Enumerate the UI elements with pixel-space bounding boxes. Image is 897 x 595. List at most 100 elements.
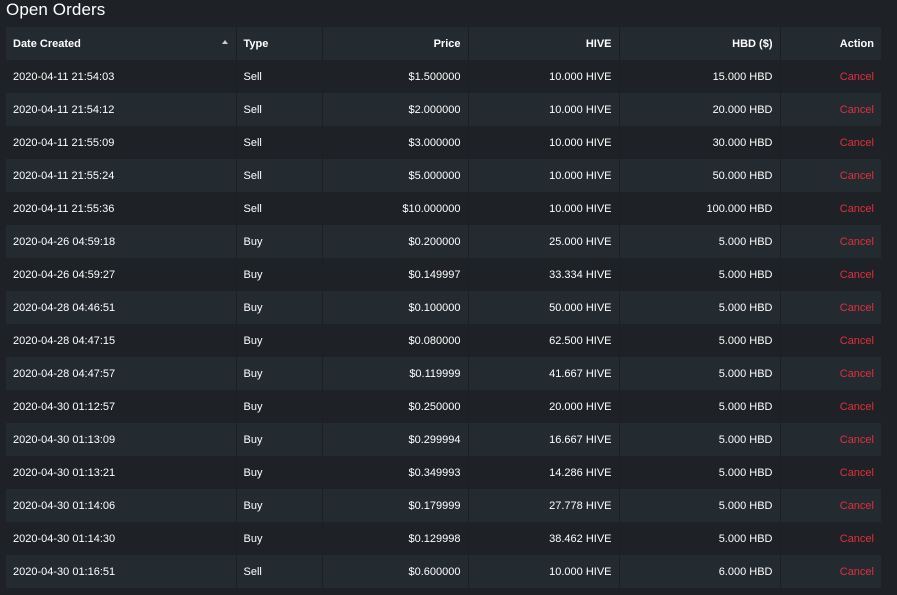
order-price-cell: $0.149997 — [322, 258, 469, 291]
order-hbd-amount-cell: 5.000 HBD — [619, 522, 781, 555]
order-hbd-amount-cell: 5.000 HBD — [619, 324, 781, 357]
order-price-cell: $2.000000 — [322, 93, 469, 126]
table-row: 2020-04-30 01:16:51 Sell $0.600000 10.000 H… — [6, 555, 881, 588]
order-hbd-amount-cell: 15.000 HBD — [619, 60, 781, 93]
order-action-cell: Cancel — [780, 357, 881, 390]
cancel-order-link[interactable]: Cancel — [840, 335, 874, 347]
order-hbd-amount-cell: 100.000 HBD — [619, 192, 781, 225]
order-action-cell: Cancel — [780, 423, 881, 456]
order-price-cell: $0.600000 — [322, 555, 469, 588]
table-row: 2020-04-11 21:54:03 Sell $1.500000 10.000 H… — [6, 60, 881, 93]
order-date-cell: 2020-04-11 21:54:12 — [6, 93, 237, 126]
order-action-cell: Cancel — [780, 159, 881, 192]
order-date-cell: 2020-04-30 01:13:21 — [6, 456, 237, 489]
order-date-cell: 2020-04-30 01:14:06 — [6, 489, 237, 522]
cancel-order-link[interactable]: Cancel — [840, 368, 874, 380]
cancel-order-link[interactable]: Cancel — [840, 104, 874, 116]
order-type-cell: Sell — [236, 159, 323, 192]
table-row: 2020-04-11 21:55:36 Sell $10.000000 10.000 … — [6, 192, 881, 225]
column-header-label: Date Created — [13, 37, 81, 50]
cancel-order-link[interactable]: Cancel — [840, 467, 874, 479]
table-row: 2020-04-11 21:54:12 Sell $2.000000 10.000 H… — [6, 93, 881, 126]
sort-up-icon[interactable] — [221, 40, 228, 44]
table-row: 2020-04-26 04:59:18 Buy $0.200000 25.000 HI… — [6, 225, 881, 258]
order-price-cell: $0.129998 — [322, 522, 469, 555]
order-action-cell: Cancel — [780, 225, 881, 258]
cancel-order-link[interactable]: Cancel — [840, 500, 874, 512]
order-hive-amount-cell: 41.667 HIVE — [468, 357, 620, 390]
open-orders-page: Open Orders Date Created Type Price HIVE… — [0, 0, 897, 595]
table-row: 2020-04-30 01:14:06 Buy $0.179999 27.778 HI… — [6, 489, 881, 522]
table-body: 2020-04-11 21:54:03 Sell $1.500000 10.000 H… — [6, 60, 881, 588]
column-header-date-created[interactable]: Date Created — [6, 27, 237, 60]
order-hive-amount-cell: 10.000 HIVE — [468, 555, 620, 588]
order-type-cell: Buy — [236, 489, 323, 522]
column-header-hbd[interactable]: HBD ($) — [619, 27, 781, 60]
cancel-order-link[interactable]: Cancel — [840, 236, 874, 248]
column-header-price[interactable]: Price — [322, 27, 469, 60]
order-price-cell: $0.100000 — [322, 291, 469, 324]
order-hbd-amount-cell: 6.000 HBD — [619, 555, 781, 588]
order-action-cell: Cancel — [780, 291, 881, 324]
open-orders-table: Date Created Type Price HIVE HBD ($) Act… — [6, 27, 881, 588]
order-hbd-amount-cell: 5.000 HBD — [619, 258, 781, 291]
column-header-hive[interactable]: HIVE — [468, 27, 620, 60]
cancel-order-link[interactable]: Cancel — [840, 71, 874, 83]
order-hive-amount-cell: 10.000 HIVE — [468, 60, 620, 93]
order-hbd-amount-cell: 5.000 HBD — [619, 423, 781, 456]
order-action-cell: Cancel — [780, 192, 881, 225]
cancel-order-link[interactable]: Cancel — [840, 566, 874, 578]
order-price-cell: $10.000000 — [322, 192, 469, 225]
order-hive-amount-cell: 33.334 HIVE — [468, 258, 620, 291]
column-header-type[interactable]: Type — [236, 27, 323, 60]
table-row: 2020-04-30 01:13:21 Buy $0.349993 14.286 HI… — [6, 456, 881, 489]
order-date-cell: 2020-04-30 01:13:09 — [6, 423, 237, 456]
table-row: 2020-04-30 01:13:09 Buy $0.299994 16.667 HI… — [6, 423, 881, 456]
order-price-cell: $0.119999 — [322, 357, 469, 390]
table-row: 2020-04-28 04:46:51 Buy $0.100000 50.000 HI… — [6, 291, 881, 324]
table-row: 2020-04-28 04:47:15 Buy $0.080000 62.500 HI… — [6, 324, 881, 357]
cancel-order-link[interactable]: Cancel — [840, 533, 874, 545]
order-action-cell: Cancel — [780, 126, 881, 159]
order-hive-amount-cell: 50.000 HIVE — [468, 291, 620, 324]
order-date-cell: 2020-04-11 21:55:09 — [6, 126, 237, 159]
order-type-cell: Buy — [236, 423, 323, 456]
order-hive-amount-cell: 10.000 HIVE — [468, 192, 620, 225]
order-hive-amount-cell: 10.000 HIVE — [468, 126, 620, 159]
cancel-order-link[interactable]: Cancel — [840, 203, 874, 215]
order-action-cell: Cancel — [780, 258, 881, 291]
order-date-cell: 2020-04-11 21:54:03 — [6, 60, 237, 93]
order-date-cell: 2020-04-28 04:47:57 — [6, 357, 237, 390]
order-action-cell: Cancel — [780, 390, 881, 423]
order-hbd-amount-cell: 30.000 HBD — [619, 126, 781, 159]
header-row: Date Created Type Price HIVE HBD ($) Act… — [6, 27, 881, 60]
order-date-cell: 2020-04-30 01:14:30 — [6, 522, 237, 555]
order-action-cell: Cancel — [780, 324, 881, 357]
order-action-cell: Cancel — [780, 522, 881, 555]
order-type-cell: Sell — [236, 93, 323, 126]
order-action-cell: Cancel — [780, 489, 881, 522]
order-hbd-amount-cell: 5.000 HBD — [619, 489, 781, 522]
order-hbd-amount-cell: 5.000 HBD — [619, 291, 781, 324]
cancel-order-link[interactable]: Cancel — [840, 137, 874, 149]
order-action-cell: Cancel — [780, 555, 881, 588]
order-price-cell: $0.349993 — [322, 456, 469, 489]
order-date-cell: 2020-04-30 01:12:57 — [6, 390, 237, 423]
cancel-order-link[interactable]: Cancel — [840, 269, 874, 281]
cancel-order-link[interactable]: Cancel — [840, 401, 874, 413]
order-hive-amount-cell: 10.000 HIVE — [468, 93, 620, 126]
table-row: 2020-04-30 01:12:57 Buy $0.250000 20.000 HI… — [6, 390, 881, 423]
table-header: Date Created Type Price HIVE HBD ($) Act… — [6, 27, 881, 60]
cancel-order-link[interactable]: Cancel — [840, 434, 874, 446]
order-hive-amount-cell: 20.000 HIVE — [468, 390, 620, 423]
order-price-cell: $0.299994 — [322, 423, 469, 456]
order-type-cell: Buy — [236, 225, 323, 258]
cancel-order-link[interactable]: Cancel — [840, 302, 874, 314]
order-date-cell: 2020-04-26 04:59:18 — [6, 225, 237, 258]
order-date-cell: 2020-04-26 04:59:27 — [6, 258, 237, 291]
order-price-cell: $0.080000 — [322, 324, 469, 357]
order-hive-amount-cell: 10.000 HIVE — [468, 159, 620, 192]
cancel-order-link[interactable]: Cancel — [840, 170, 874, 182]
order-date-cell: 2020-04-11 21:55:36 — [6, 192, 237, 225]
order-action-cell: Cancel — [780, 60, 881, 93]
